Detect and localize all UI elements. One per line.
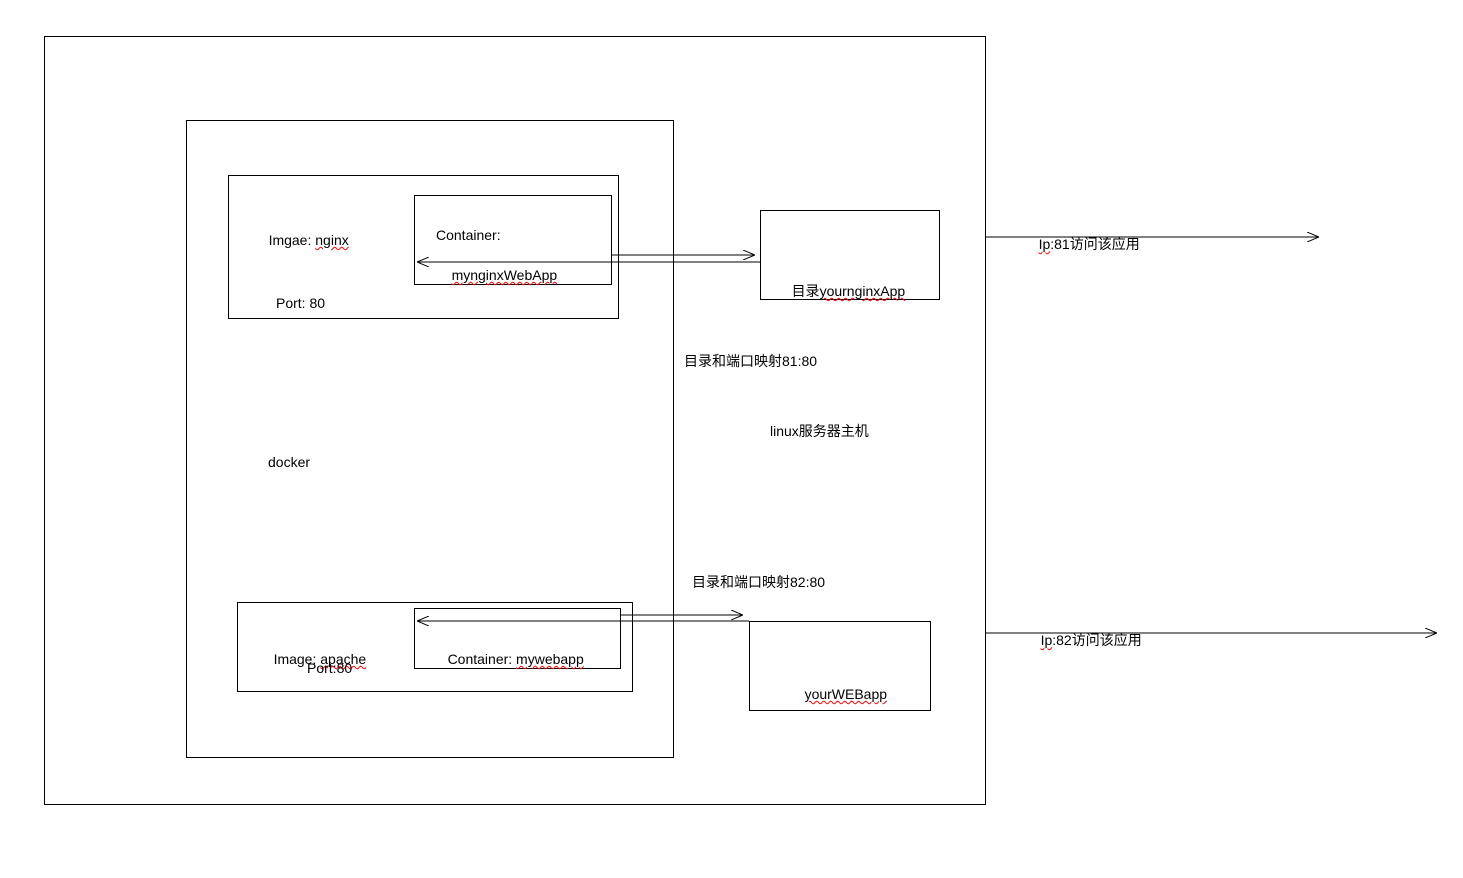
nginx-container-label: Container: — [436, 226, 501, 244]
apache-port-label: Port:80 — [307, 659, 352, 677]
apache-container-label: Container: mywebapp — [432, 632, 584, 687]
port-map-2-label: 目录和端口映射82:80 — [692, 573, 825, 591]
external-access-1-label: Ip:81访问该应用 — [1023, 217, 1140, 272]
nginx-container-name: mynginxWebApp — [436, 248, 557, 303]
external-access-2-label: Ip:82访问该应用 — [1025, 613, 1142, 668]
nginx-image-label: Imgae: nginx — [253, 213, 349, 268]
nginx-dir-label: 目录yournginxApp — [776, 264, 905, 319]
diagram-canvas: Imgae: nginx Port: 80 Container: mynginx… — [0, 0, 1463, 878]
nginx-port-label: Port: 80 — [276, 294, 325, 312]
linux-host-label: linux服务器主机 — [770, 422, 869, 440]
port-map-1-label: 目录和端口映射81:80 — [684, 352, 817, 370]
apache-dir-label: yourWEBapp — [789, 667, 887, 722]
docker-label: docker — [268, 453, 310, 471]
